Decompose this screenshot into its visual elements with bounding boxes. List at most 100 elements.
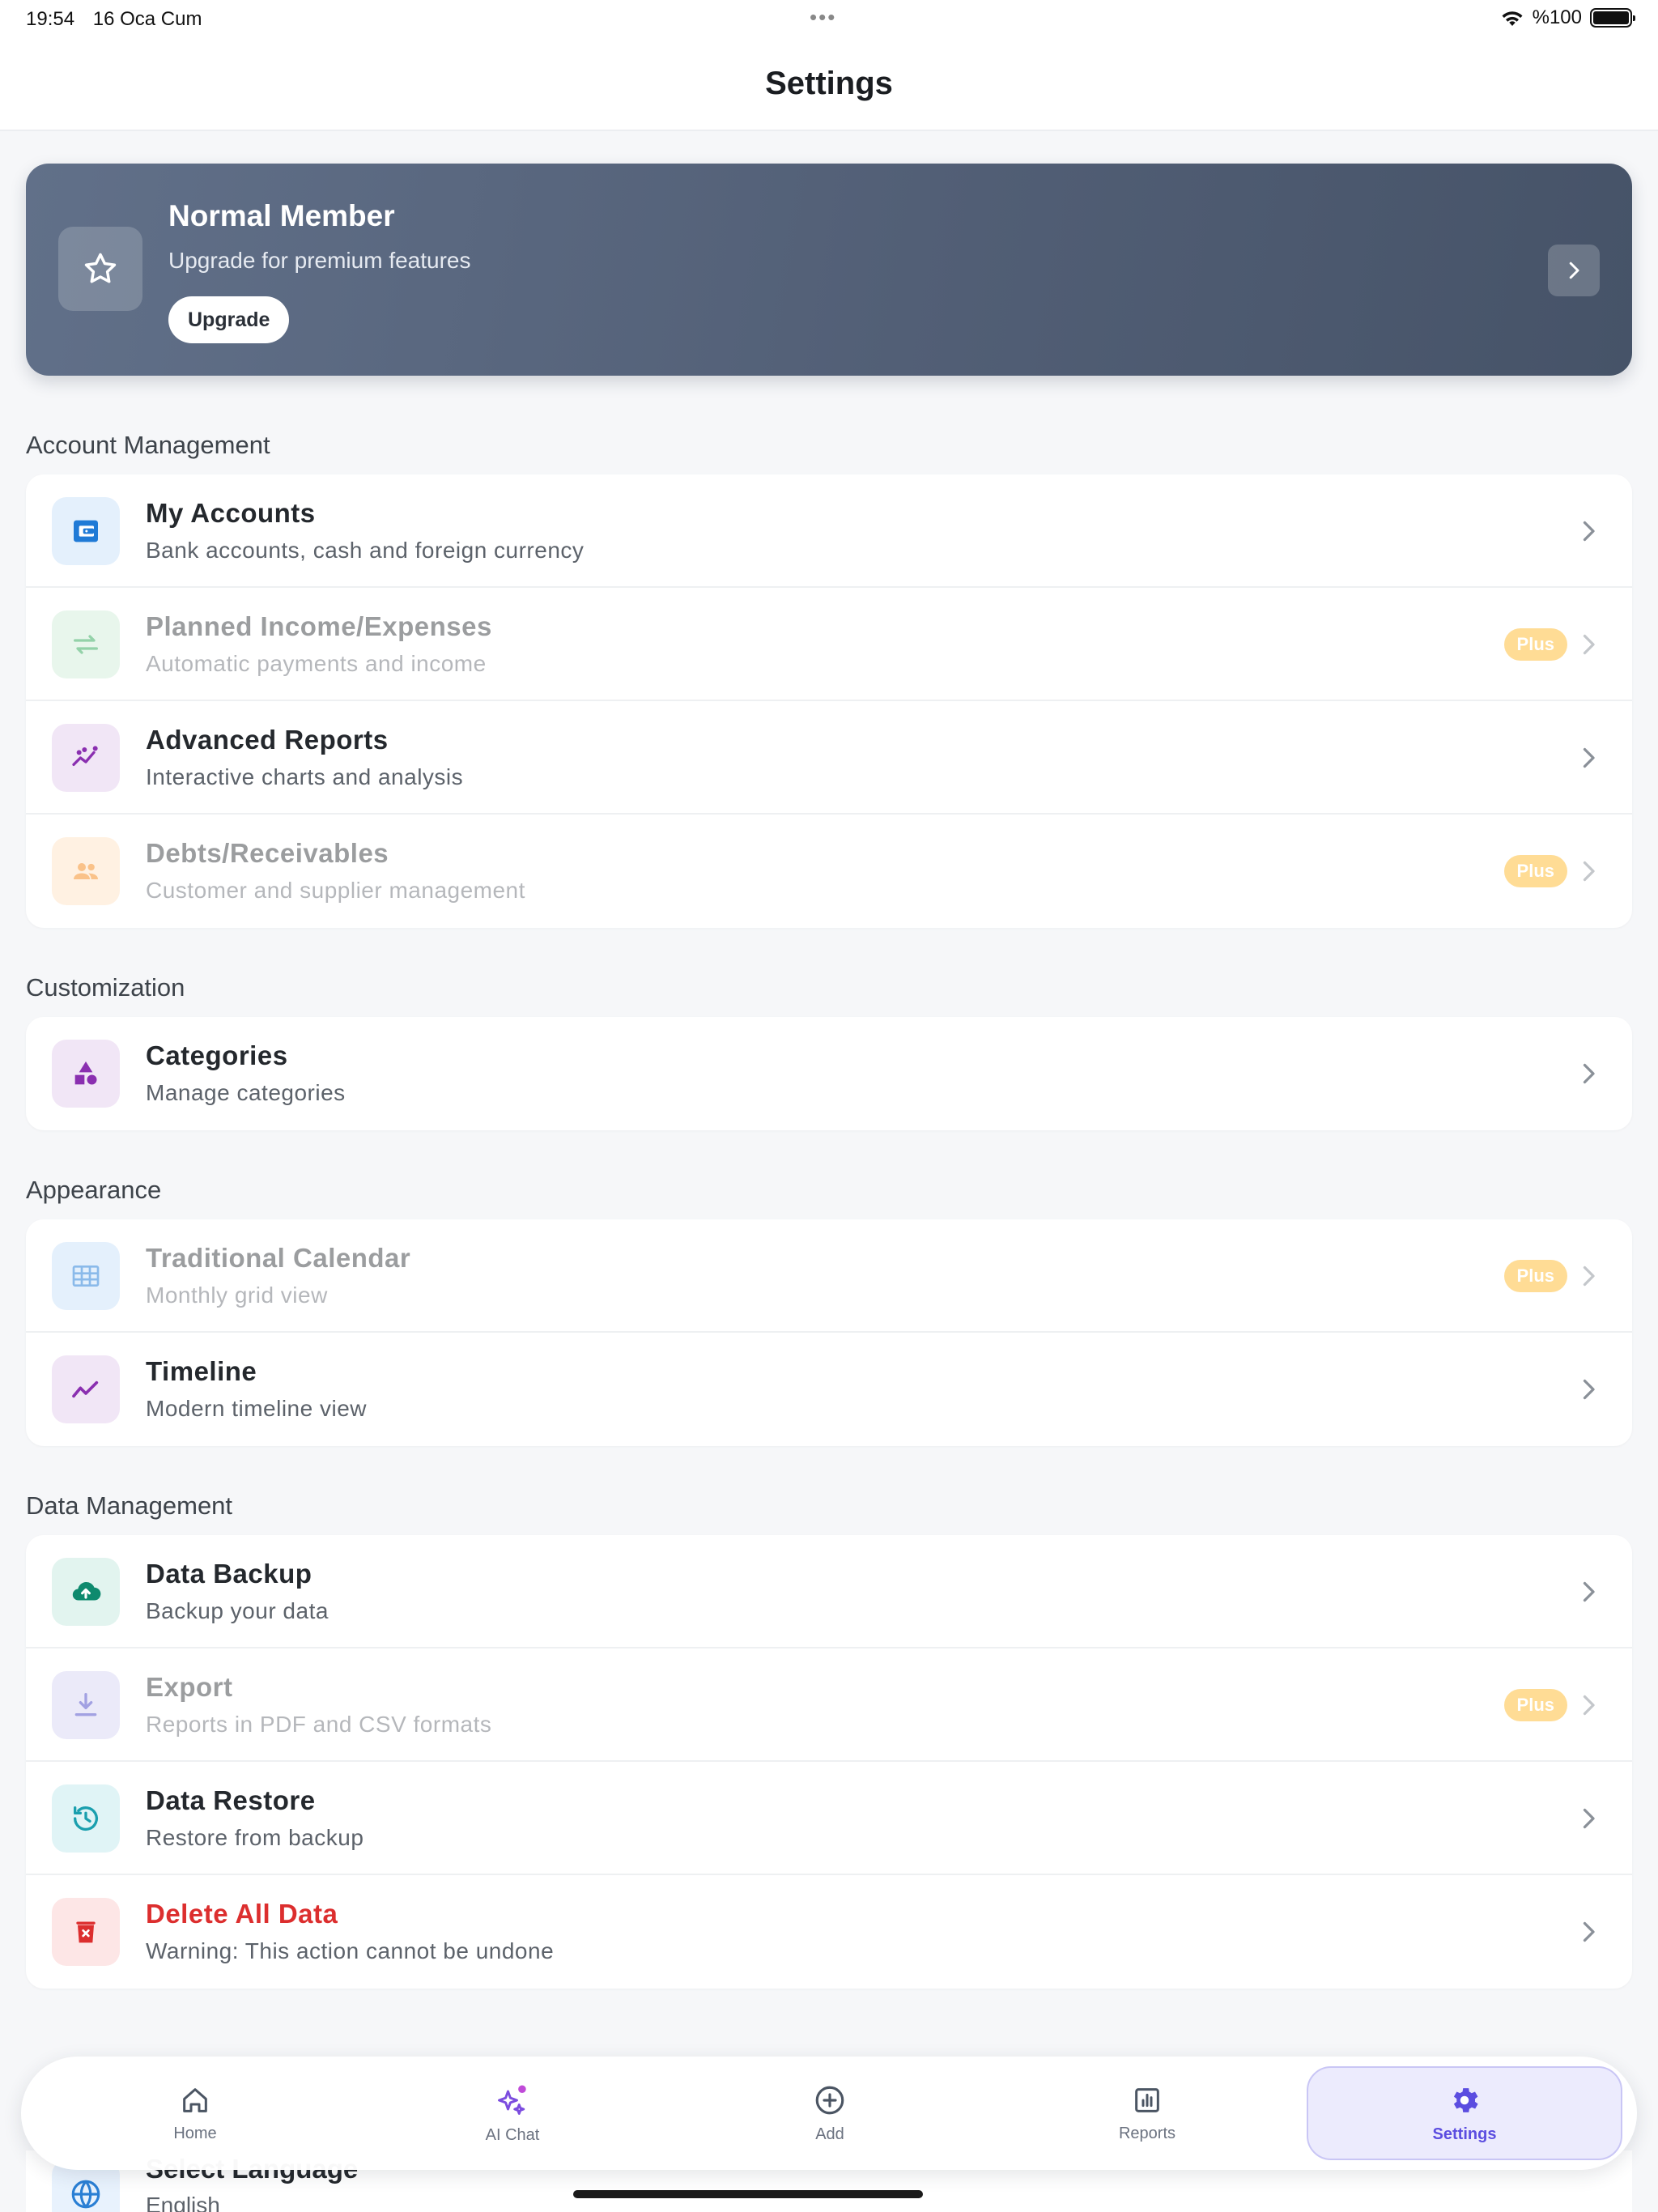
row-title: Export <box>146 1672 233 1702</box>
page-title: Settings <box>765 65 893 101</box>
row-subtitle: English <box>146 2193 220 2212</box>
settings-row-delete-all-data[interactable]: Delete All Data Warning: This action can… <box>26 1875 1632 1989</box>
row-text: Delete All Data Warning: This action can… <box>146 1898 554 1966</box>
multitasking-dots-icon[interactable]: ••• <box>810 5 836 30</box>
row-text: Data Backup Backup your data <box>146 1558 329 1626</box>
battery-percent: %100 <box>1532 6 1582 28</box>
membership-chevron-right-icon[interactable] <box>1548 245 1600 296</box>
row-text: Advanced Reports Interactive charts and … <box>146 724 463 792</box>
settings-group-customization: Categories Manage categories <box>26 1017 1632 1130</box>
chevron-right-icon <box>1574 1261 1603 1291</box>
chevron-right-icon <box>1574 1059 1603 1088</box>
chevron-right-icon <box>1574 1691 1603 1720</box>
row-subtitle: Customer and supplier management <box>146 878 525 903</box>
row-title: Timeline <box>146 1356 257 1386</box>
tab-label: Reports <box>1118 2124 1176 2142</box>
settings-row-my-accounts[interactable]: My Accounts Bank accounts, cash and fore… <box>26 474 1632 588</box>
row-subtitle: Reports in PDF and CSV formats <box>146 1712 492 1737</box>
settings-row-traditional-calendar[interactable]: Traditional Calendar Monthly grid view P… <box>26 1219 1632 1333</box>
row-subtitle: Interactive charts and analysis <box>146 764 464 789</box>
chevron-right-icon <box>1574 743 1603 772</box>
plus-badge: Plus <box>1503 855 1567 887</box>
restore-icon <box>52 1784 120 1853</box>
section-title-appearance: Appearance <box>26 1176 162 1204</box>
status-time: 19:54 16 Oca Cum <box>26 8 202 31</box>
settings-row-categories[interactable]: Categories Manage categories <box>26 1017 1632 1130</box>
gear-icon <box>1448 2083 1482 2117</box>
settings-group-account-management: My Accounts Bank accounts, cash and fore… <box>26 474 1632 928</box>
wallet-icon <box>52 497 120 565</box>
chevron-right-icon <box>1574 857 1603 886</box>
chevron-right-icon <box>1574 1804 1603 1833</box>
settings-content: Normal Member Upgrade for premium featur… <box>26 164 1632 1989</box>
tab-label: Settings <box>1432 2125 1497 2143</box>
timeline-icon <box>52 1355 120 1423</box>
plus-badge: Plus <box>1503 628 1567 661</box>
shapes-icon <box>52 1040 120 1108</box>
tab-label: AI Chat <box>485 2125 540 2144</box>
section-title-data-management: Data Management <box>26 1491 233 1520</box>
row-title: Planned Income/Expenses <box>146 611 492 641</box>
row-title: Traditional Calendar <box>146 1243 411 1273</box>
row-subtitle: Warning: This action cannot be undone <box>146 1938 555 1963</box>
row-title: Categories <box>146 1040 288 1070</box>
chevron-right-icon <box>1574 1577 1603 1606</box>
row-title: Data Restore <box>146 1785 316 1815</box>
upgrade-button[interactable]: Upgrade <box>168 296 290 343</box>
plus-circle-icon <box>813 2083 847 2117</box>
row-text: Export Reports in PDF and CSV formats <box>146 1671 491 1739</box>
status-bar: 19:54 16 Oca Cum ••• %100 <box>0 0 1658 37</box>
row-subtitle: Monthly grid view <box>146 1283 328 1308</box>
settings-group-appearance: Traditional Calendar Monthly grid view P… <box>26 1219 1632 1446</box>
row-text: Traditional Calendar Monthly grid view <box>146 1242 410 1310</box>
analytics-icon <box>52 724 120 792</box>
row-text: Categories Manage categories <box>146 1040 346 1108</box>
settings-row-advanced-reports[interactable]: Advanced Reports Interactive charts and … <box>26 701 1632 815</box>
row-title: Data Backup <box>146 1559 312 1589</box>
people-icon <box>52 837 120 905</box>
membership-subtitle: Upgrade for premium features <box>168 248 471 273</box>
settings-group-data-management: Data Backup Backup your data Export Repo… <box>26 1535 1632 1989</box>
settings-row-timeline[interactable]: Timeline Modern timeline view <box>26 1333 1632 1446</box>
settings-row-planned-income-expenses[interactable]: Planned Income/Expenses Automatic paymen… <box>26 588 1632 701</box>
chevron-right-icon <box>1574 517 1603 546</box>
settings-row-data-restore[interactable]: Data Restore Restore from backup <box>26 1762 1632 1875</box>
tab-label: Add <box>815 2125 844 2143</box>
row-text: Planned Income/Expenses Automatic paymen… <box>146 610 492 678</box>
row-title: Delete All Data <box>146 1899 338 1929</box>
section-title-customization: Customization <box>26 973 185 1002</box>
sparkles-icon <box>495 2082 530 2118</box>
date-text: 16 Oca Cum <box>92 8 202 30</box>
row-text: Timeline Modern timeline view <box>146 1355 367 1423</box>
row-text: My Accounts Bank accounts, cash and fore… <box>146 497 584 565</box>
settings-row-export[interactable]: Export Reports in PDF and CSV formats Pl… <box>26 1648 1632 1762</box>
grid-icon <box>52 1242 120 1310</box>
tab-ai-chat[interactable]: AI Chat <box>355 2066 670 2160</box>
tab-home[interactable]: Home <box>37 2066 353 2160</box>
row-title: My Accounts <box>146 498 316 528</box>
membership-card[interactable]: Normal Member Upgrade for premium featur… <box>26 164 1632 376</box>
home-indicator[interactable] <box>573 2190 923 2198</box>
settings-sections: Account Management My Accounts Bank acco… <box>26 428 1632 1989</box>
settings-row-debts-receivables[interactable]: Debts/Receivables Customer and supplier … <box>26 815 1632 928</box>
row-title: Debts/Receivables <box>146 838 389 868</box>
row-subtitle: Backup your data <box>146 1598 329 1623</box>
chevron-right-icon <box>1574 630 1603 659</box>
tab-reports[interactable]: Reports <box>989 2066 1305 2160</box>
settings-row-data-backup[interactable]: Data Backup Backup your data <box>26 1535 1632 1648</box>
row-subtitle: Bank accounts, cash and foreign currency <box>146 538 585 563</box>
tab-label: Home <box>173 2124 217 2142</box>
row-subtitle: Modern timeline view <box>146 1396 367 1421</box>
chevron-right-icon <box>1574 1375 1603 1404</box>
tab-add[interactable]: Add <box>672 2066 988 2160</box>
row-subtitle: Manage categories <box>146 1080 346 1105</box>
section-title-account-management: Account Management <box>26 431 270 459</box>
row-text: Debts/Receivables Customer and supplier … <box>146 837 525 905</box>
download-icon <box>52 1671 120 1739</box>
tab-bar: Home AI Chat Add Reports Settings <box>21 2057 1637 2170</box>
plus-badge: Plus <box>1503 1260 1567 1292</box>
membership-title: Normal Member <box>168 199 395 232</box>
plus-badge: Plus <box>1503 1689 1567 1721</box>
status-right: %100 <box>1500 6 1635 29</box>
tab-settings[interactable]: Settings <box>1307 2066 1622 2160</box>
